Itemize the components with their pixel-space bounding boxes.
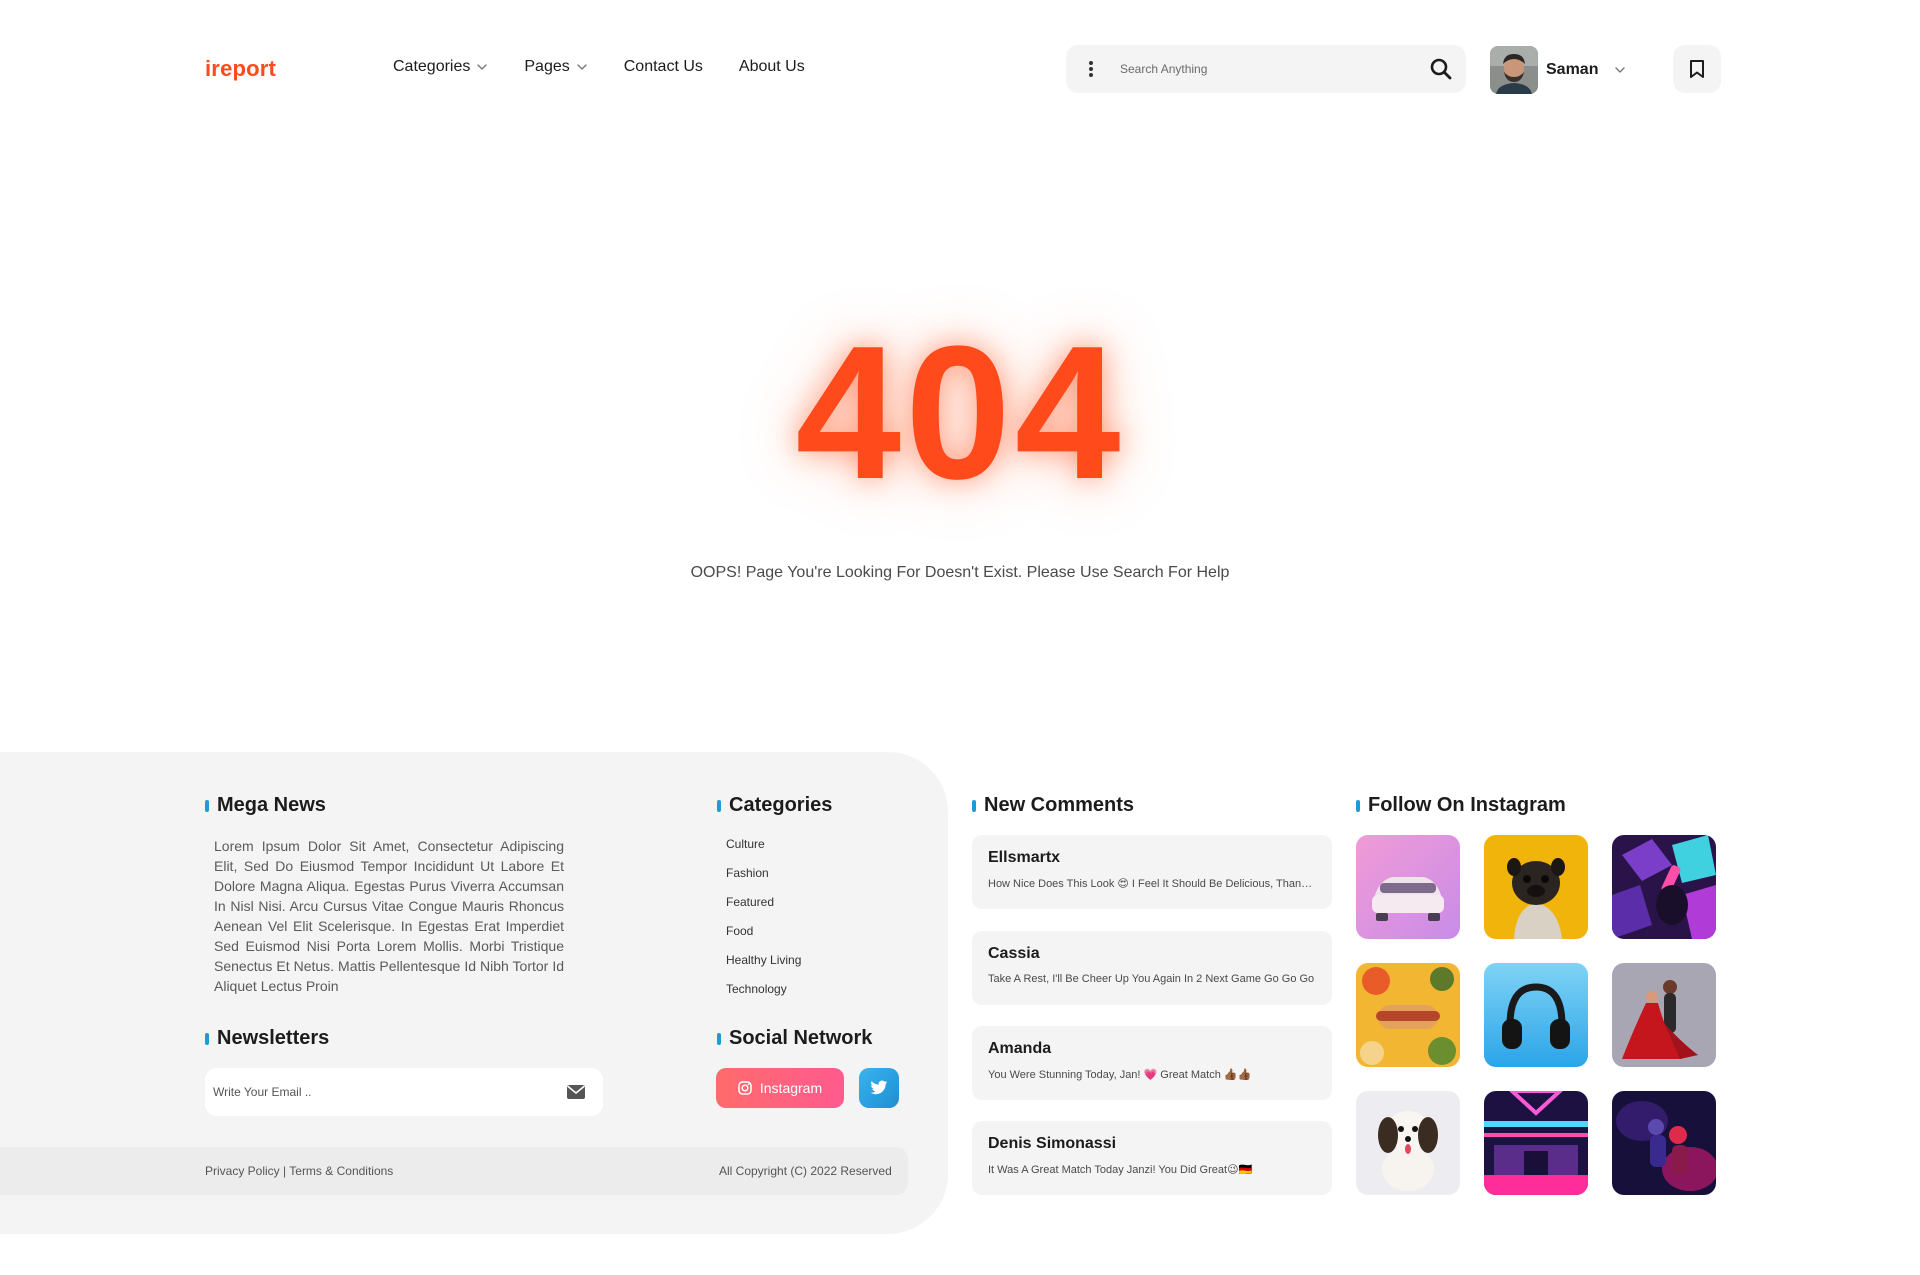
user-name: Saman [1546,61,1599,78]
category-link[interactable]: Fashion [726,865,801,894]
comment-text: You Were Stunning Today, Jan! 💗 Great Ma… [988,1069,1252,1081]
instagram-photo-food[interactable] [1356,963,1460,1067]
site-logo[interactable]: ireport [205,56,276,82]
categories-title: Categories [717,794,832,817]
instagram-grid [1356,835,1716,1195]
search-bar [1066,45,1466,93]
more-vertical-icon[interactable] [1066,45,1116,93]
terms-link[interactable]: Terms & Conditions [289,1164,393,1178]
follow-instagram-title: Follow On Instagram [1356,794,1566,817]
newsletters-title: Newsletters [205,1027,329,1050]
comment-text: It Was A Great Match Today Janzi! You Di… [988,1164,1253,1176]
follow-instagram-title-text: Follow On Instagram [1368,794,1566,816]
email-field[interactable] [205,1068,549,1116]
instagram-photo-neon-building[interactable] [1484,1091,1588,1195]
copyright-text: All Copyright (C) 2022 Reserved [719,1164,892,1178]
comment-card[interactable]: Amanda You Were Stunning Today, Jan! 💗 G… [972,1026,1332,1100]
instagram-button[interactable]: Instagram [716,1068,844,1108]
error-message: OOPS! Page You're Looking For Doesn't Ex… [690,564,1230,581]
avatar [1490,46,1538,94]
social-network-title: Social Network [717,1027,872,1050]
instagram-photo-neon[interactable] [1612,835,1716,939]
category-link[interactable]: Culture [726,836,801,865]
comment-text: How Nice Does This Look 😍 I Feel It Shou… [988,878,1316,890]
instagram-photo-dog[interactable] [1356,1091,1460,1195]
comment-author: Denis Simonassi [988,1135,1117,1152]
instagram-photo-pug[interactable] [1484,835,1588,939]
comment-author: Ellsmartx [988,849,1061,866]
chevron-down-icon [477,64,488,70]
nav-item-about-us[interactable]: About Us [739,58,805,76]
footer-legal-links: Privacy Policy | Terms & Conditions [205,1164,393,1178]
mega-news-title-text: Mega News [217,794,326,816]
nav-item-label: Contact Us [623,58,703,75]
title-accent-bar [717,1032,721,1045]
nav-item-contact-us[interactable]: Contact Us [624,58,703,76]
twitter-icon [870,1080,888,1095]
search-input[interactable] [1116,45,1416,93]
nav-item-label: Pages [524,58,570,75]
mail-icon[interactable] [549,1068,603,1116]
instagram-photo-dancers[interactable] [1612,963,1716,1067]
chevron-down-icon [1615,67,1626,73]
category-link[interactable]: Food [726,923,801,952]
instagram-photo-boxing[interactable] [1612,1091,1716,1195]
instagram-photo-car[interactable] [1356,835,1460,939]
title-accent-bar [205,1032,209,1045]
newsletter-form [205,1068,603,1116]
nav-item-label: About Us [738,58,805,75]
newsletters-title-text: Newsletters [217,1027,330,1049]
title-accent-bar [1356,799,1360,812]
comment-card[interactable]: Cassia Take A Rest, I'll Be Cheer Up You… [972,931,1332,1005]
error-code: 404 [795,307,1125,519]
nav-item-pages[interactable]: Pages [524,58,587,76]
comment-author: Cassia [988,945,1040,962]
social-network-title-text: Social Network [729,1027,873,1049]
link-separator: | [279,1164,290,1178]
main-nav: Categories Pages Contact Us About Us [393,58,805,76]
chevron-down-icon [577,64,587,70]
nav-item-categories[interactable]: Categories [393,58,488,76]
category-link[interactable]: Healthy Living [726,952,801,981]
mega-news-title: Mega News [205,794,326,817]
comment-text: Take A Rest, I'll Be Cheer Up You Again … [988,973,1315,985]
privacy-policy-link[interactable]: Privacy Policy [205,1164,280,1178]
new-comments-title-text: New Comments [984,794,1135,816]
twitter-button[interactable] [859,1068,899,1108]
category-list: Culture Fashion Featured Food Healthy Li… [726,836,801,1010]
bookmark-icon [1690,60,1704,78]
nav-item-label: Categories [393,58,471,75]
title-accent-bar [205,799,209,812]
bookmark-button[interactable] [1673,45,1721,93]
instagram-photo-headphones[interactable] [1484,963,1588,1067]
comment-card[interactable]: Ellsmartx How Nice Does This Look 😍 I Fe… [972,835,1332,909]
category-link[interactable]: Technology [726,981,801,1010]
mega-news-text: Lorem Ipsum Dolor Sit Amet, Consectetur … [214,838,564,994]
instagram-icon [738,1081,752,1095]
user-menu[interactable]: Saman [1490,46,1626,94]
comment-author: Amanda [988,1040,1052,1057]
title-accent-bar [972,799,976,812]
comment-card[interactable]: Denis Simonassi It Was A Great Match Tod… [972,1121,1332,1195]
instagram-button-label: Instagram [759,1080,823,1096]
category-link[interactable]: Featured [726,894,801,923]
search-icon[interactable] [1416,45,1466,93]
new-comments-title: New Comments [972,794,1134,817]
title-accent-bar [717,799,721,812]
categories-title-text: Categories [729,794,833,816]
